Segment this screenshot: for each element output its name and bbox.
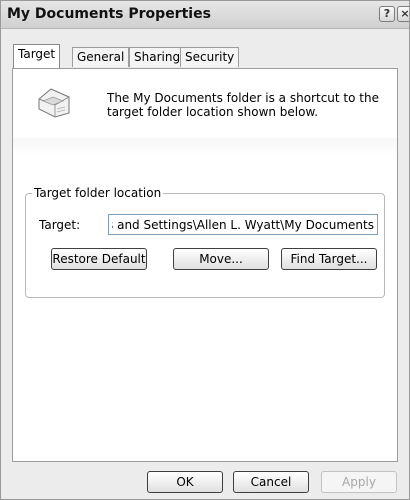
apply-button[interactable]: Apply — [321, 471, 397, 493]
section-divider — [13, 138, 397, 156]
move-button[interactable]: Move... — [173, 248, 269, 270]
target-folder-location-group: Target folder location — [25, 186, 385, 298]
target-tab-panel: The My Documents folder is a shortcut to… — [12, 68, 398, 462]
properties-dialog: My Documents Properties ? × Target Gener… — [0, 0, 410, 500]
target-path-input[interactable] — [108, 214, 378, 235]
help-button[interactable]: ? — [379, 6, 395, 22]
restore-default-button[interactable]: Restore Default — [51, 248, 147, 270]
tab-general[interactable]: General — [72, 47, 130, 67]
find-target-button[interactable]: Find Target... — [281, 248, 377, 270]
folder-icon — [38, 88, 70, 118]
tab-security[interactable]: Security — [180, 47, 240, 67]
group-title: Target folder location — [34, 186, 162, 200]
tab-sharing[interactable]: Sharing — [129, 47, 186, 67]
cancel-button[interactable]: Cancel — [233, 471, 309, 493]
ok-button[interactable]: OK — [147, 471, 223, 493]
tab-target[interactable]: Target — [13, 44, 61, 68]
window-title: My Documents Properties — [7, 6, 211, 22]
target-label: Target: — [39, 218, 81, 232]
title-bar[interactable]: My Documents Properties ? × — [1, 1, 409, 29]
description-text: The My Documents folder is a shortcut to… — [107, 91, 379, 119]
close-button[interactable]: × — [397, 6, 409, 22]
